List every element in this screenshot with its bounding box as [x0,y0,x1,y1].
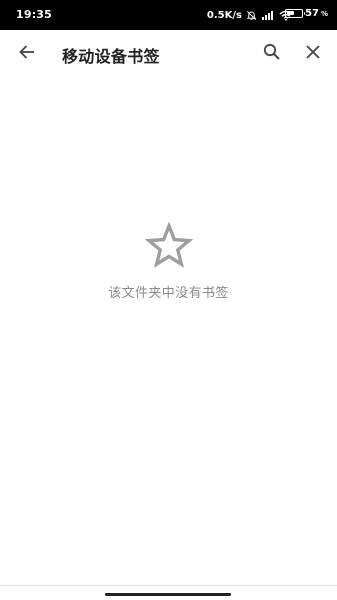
bottom-divider [0,585,337,586]
status-bar: 19:35 0.5K/s 57 % [0,0,337,30]
app-bar: 移动设备书签 [0,30,337,78]
arrow-left-icon [18,43,36,65]
home-indicator[interactable] [105,593,231,596]
screen: 19:35 0.5K/s 57 % 移动设备书签 该文件夹中没有书签 [0,0,337,600]
battery-percent: 57 [305,8,319,19]
star-outline-icon [144,221,193,274]
battery-fill [287,11,295,15]
battery-icon [285,9,306,18]
search-button[interactable] [256,38,288,70]
signal-icon [261,10,275,21]
empty-state: 该文件夹中没有书签 [0,221,337,301]
mute-icon [246,10,257,21]
percent-sign: % [320,9,328,18]
close-icon [305,44,321,64]
back-button[interactable] [11,38,43,70]
close-button[interactable] [297,38,329,70]
status-indicators: 0.5K/s [207,7,293,23]
page-title: 移动设备书签 [62,47,160,66]
battery-status: 57% [285,8,328,19]
search-icon [263,43,281,65]
status-time: 19:35 [16,8,53,21]
empty-message: 该文件夹中没有书签 [108,286,229,301]
network-speed: 0.5K/s [206,9,242,21]
